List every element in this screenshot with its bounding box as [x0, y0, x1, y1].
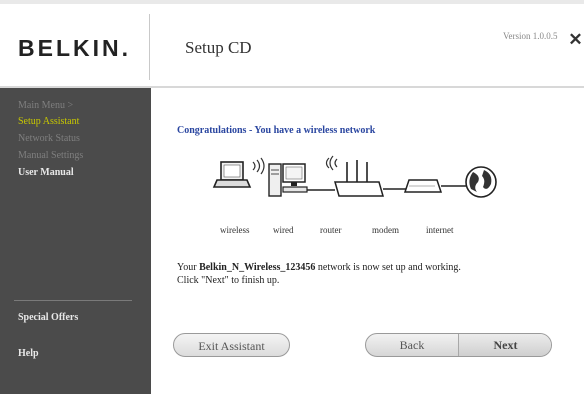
sidebar-item-setup-assistant[interactable]: Setup Assistant: [18, 116, 79, 127]
network-name: Belkin_N_Wireless_123456: [199, 262, 316, 273]
wifi-waves-icon: [325, 155, 338, 171]
globe-icon: [465, 166, 497, 198]
sidebar: Main Menu > Setup Assistant Network Stat…: [0, 88, 151, 394]
header-divider: [149, 14, 150, 80]
sidebar-item-manual-settings[interactable]: Manual Settings: [18, 150, 83, 161]
modem-icon: [403, 179, 443, 193]
desktop-computer-icon: [268, 163, 308, 197]
network-diagram: [212, 155, 497, 198]
message-prefix: Your: [177, 262, 200, 273]
instruction-message: Click "Next" to finish up.: [177, 275, 280, 286]
sidebar-item-help[interactable]: Help: [18, 348, 39, 359]
navigation-button-group: Back Next: [365, 333, 552, 357]
sidebar-item-user-manual[interactable]: User Manual: [18, 167, 74, 178]
page-title: Setup CD: [185, 38, 252, 57]
close-icon[interactable]: ✕: [567, 31, 584, 48]
wifi-waves-icon: [252, 157, 265, 175]
message-suffix: network is now set up and working.: [315, 262, 461, 273]
diagram-label-internet: internet: [426, 225, 454, 235]
diagram-label-wired: wired: [273, 225, 294, 235]
next-button[interactable]: Next: [459, 334, 551, 356]
sidebar-divider: [14, 300, 132, 301]
success-heading: Congratulations - You have a wireless ne…: [177, 125, 376, 136]
router-icon: [334, 160, 384, 197]
exit-assistant-button[interactable]: Exit Assistant: [173, 333, 290, 357]
diagram-label-router: router: [320, 225, 342, 235]
laptop-icon: [212, 161, 252, 188]
status-message: Your Belkin_N_Wireless_123456 network is…: [177, 262, 461, 273]
main-panel: Congratulations - You have a wireless ne…: [151, 88, 584, 394]
diagram-label-wireless: wireless: [220, 225, 250, 235]
diagram-label-modem: modem: [372, 225, 399, 235]
back-button[interactable]: Back: [366, 334, 459, 356]
belkin-logo: BELKIN.: [18, 35, 131, 61]
sidebar-item-special-offers[interactable]: Special Offers: [18, 312, 78, 323]
version-label: Version 1.0.0.5: [503, 31, 558, 41]
sidebar-item-main-menu[interactable]: Main Menu >: [18, 100, 73, 111]
header: BELKIN. Setup CD Version 1.0.0.5 ✕: [0, 4, 584, 88]
sidebar-item-network-status[interactable]: Network Status: [18, 133, 80, 144]
